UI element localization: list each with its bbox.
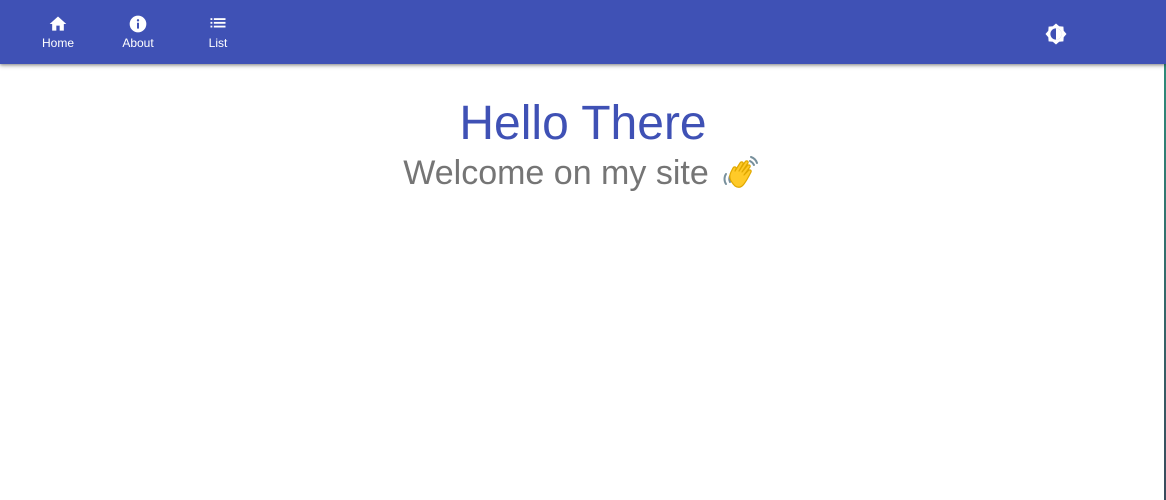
nav-about-label: About bbox=[122, 36, 154, 50]
page-subtitle: Welcome on my site bbox=[0, 152, 1166, 194]
page: Home About List Hello There Welcome on m… bbox=[0, 0, 1166, 500]
subtitle-text: Welcome on my site bbox=[403, 154, 709, 192]
brightness-icon bbox=[1044, 22, 1068, 46]
nav-home-label: Home bbox=[41, 36, 74, 50]
nav-list-button[interactable]: List bbox=[178, 0, 258, 64]
home-icon bbox=[48, 14, 68, 34]
info-icon bbox=[128, 14, 148, 34]
page-title: Hello There bbox=[459, 97, 707, 150]
main-nav: Home About List bbox=[18, 0, 258, 64]
hero-section: Hello There Welcome on my site bbox=[0, 96, 1166, 194]
app-bar: Home About List bbox=[0, 0, 1166, 64]
list-icon bbox=[208, 14, 228, 34]
theme-toggle-button[interactable] bbox=[1044, 22, 1068, 46]
nav-about-button[interactable]: About bbox=[98, 0, 178, 64]
nav-home-button[interactable]: Home bbox=[18, 0, 98, 64]
waving-hand-icon bbox=[721, 152, 763, 194]
nav-list-label: List bbox=[208, 36, 228, 50]
